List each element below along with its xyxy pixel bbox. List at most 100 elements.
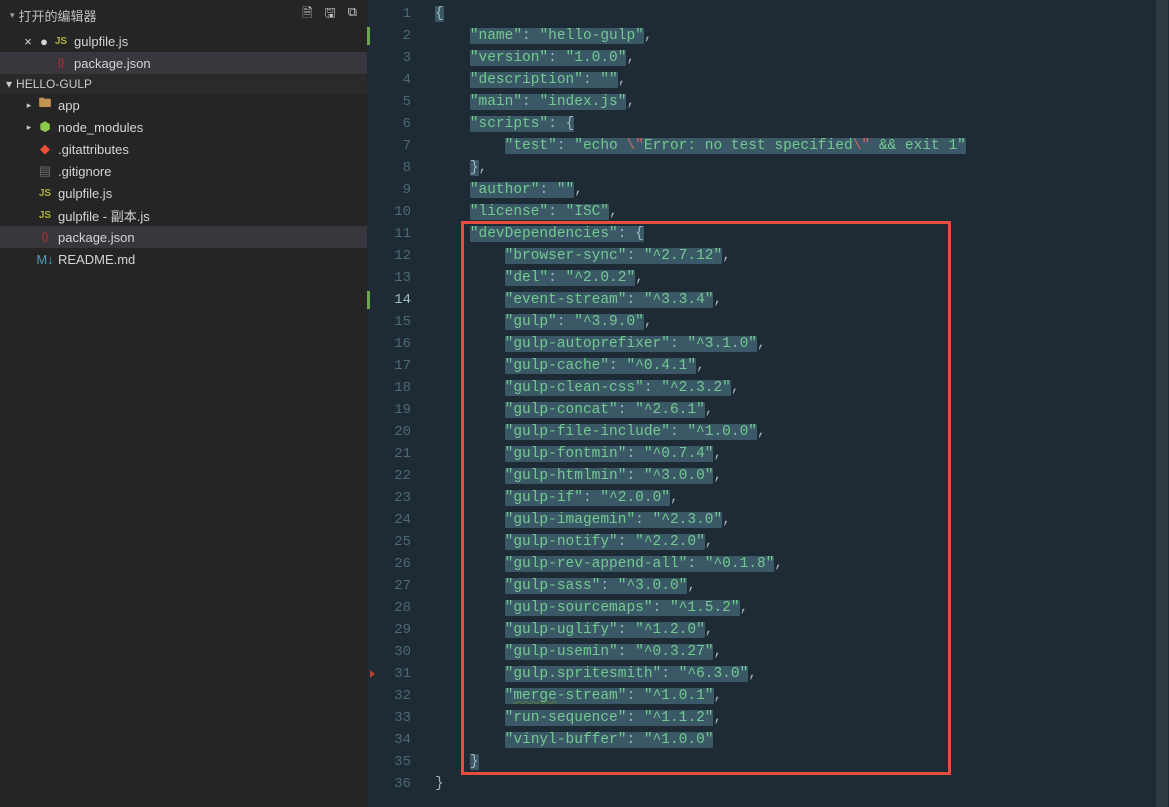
vertical-scrollbar[interactable]	[1155, 0, 1169, 807]
code-line[interactable]: "gulp": "^3.9.0",	[429, 311, 1169, 333]
line-number[interactable]: 12	[367, 245, 429, 267]
save-all-icon[interactable]: 🖫	[325, 4, 336, 26]
line-number[interactable]: 36	[367, 773, 429, 795]
code-line[interactable]: "description": "",	[429, 69, 1169, 91]
line-number[interactable]: 28	[367, 597, 429, 619]
code-line[interactable]: "gulp-if": "^2.0.0",	[429, 487, 1169, 509]
line-number[interactable]: 9	[367, 179, 429, 201]
line-number[interactable]: 34	[367, 729, 429, 751]
code-line[interactable]: "gulp-clean-css": "^2.3.2",	[429, 377, 1169, 399]
code-line[interactable]: "gulp-htmlmin": "^3.0.0",	[429, 465, 1169, 487]
line-number[interactable]: 24	[367, 509, 429, 531]
code-line[interactable]: "vinyl-buffer": "^1.0.0"	[429, 729, 1169, 751]
line-number[interactable]: 15	[367, 311, 429, 333]
sidebar: ▾ 打开的编辑器 🗎 🖫 ⧉ ×●JSgulpfile.js×{}package…	[0, 0, 367, 807]
code-line[interactable]: "gulp-sass": "^3.0.0",	[429, 575, 1169, 597]
code-line[interactable]: "run-sequence": "^1.1.2",	[429, 707, 1169, 729]
line-number[interactable]: 6	[367, 113, 429, 135]
line-number[interactable]: 14	[367, 289, 429, 311]
code-view[interactable]: { "name": "hello-gulp", "version": "1.0.…	[429, 0, 1169, 807]
code-line[interactable]: "gulp-imagemin": "^2.3.0",	[429, 509, 1169, 531]
line-number[interactable]: 3	[367, 47, 429, 69]
explorer-item[interactable]: JS gulpfile.js	[0, 182, 367, 204]
line-number[interactable]: 17	[367, 355, 429, 377]
line-number[interactable]: 18	[367, 377, 429, 399]
code-line[interactable]: "gulp-cache": "^0.4.1",	[429, 355, 1169, 377]
file-explorer: ▸🖿app▸⬢node_modules◆.gitattributes▤.giti…	[0, 94, 367, 270]
twisty-icon: ▸	[22, 100, 36, 111]
new-file-icon[interactable]: 🗎	[302, 4, 312, 26]
explorer-item[interactable]: {}package.json	[0, 226, 367, 248]
line-number[interactable]: 8	[367, 157, 429, 179]
code-line[interactable]: "main": "index.js",	[429, 91, 1169, 113]
line-number[interactable]: 22	[367, 465, 429, 487]
code-line[interactable]: "license": "ISC",	[429, 201, 1169, 223]
code-line[interactable]: "gulp-file-include": "^1.0.0",	[429, 421, 1169, 443]
line-number[interactable]: 16	[367, 333, 429, 355]
scrollbar-thumb[interactable]	[1156, 0, 1168, 807]
explorer-item[interactable]: ▸🖿app	[0, 94, 367, 116]
line-number[interactable]: 1	[367, 3, 429, 25]
code-line[interactable]: "gulp-notify": "^2.2.0",	[429, 531, 1169, 553]
line-number[interactable]: 29	[367, 619, 429, 641]
line-number[interactable]: 35	[367, 751, 429, 773]
line-number[interactable]: 30	[367, 641, 429, 663]
code-line[interactable]: "version": "1.0.0",	[429, 47, 1169, 69]
explorer-item[interactable]: M↓README.md	[0, 248, 367, 270]
line-number-gutter[interactable]: 1234567891011121314151617181920212223242…	[367, 0, 429, 807]
code-line[interactable]: "devDependencies": {	[429, 223, 1169, 245]
explorer-item[interactable]: ◆.gitattributes	[0, 138, 367, 160]
line-number[interactable]: 10	[367, 201, 429, 223]
code-line[interactable]: "gulp-usemin": "^0.3.27",	[429, 641, 1169, 663]
project-label: HELLO-GULP	[16, 77, 92, 91]
line-number[interactable]: 4	[367, 69, 429, 91]
line-number[interactable]: 5	[367, 91, 429, 113]
file-name: gulpfile.js	[58, 186, 112, 201]
code-line[interactable]: "gulp-autoprefixer": "^3.1.0",	[429, 333, 1169, 355]
code-line[interactable]: "scripts": {	[429, 113, 1169, 135]
explorer-item[interactable]: ▸⬢node_modules	[0, 116, 367, 138]
line-number[interactable]: 19	[367, 399, 429, 421]
code-line[interactable]: "name": "hello-gulp",	[429, 25, 1169, 47]
code-line[interactable]: "gulp-sourcemaps": "^1.5.2",	[429, 597, 1169, 619]
js-file-icon: JS	[36, 188, 54, 199]
code-line[interactable]: "author": "",	[429, 179, 1169, 201]
line-number[interactable]: 32	[367, 685, 429, 707]
line-number[interactable]: 13	[367, 267, 429, 289]
line-number[interactable]: 7	[367, 135, 429, 157]
code-line[interactable]: "browser-sync": "^2.7.12",	[429, 245, 1169, 267]
project-header[interactable]: ▾ HELLO-GULP	[0, 74, 367, 94]
code-line[interactable]: "merge-stream": "^1.0.1",	[429, 685, 1169, 707]
line-number[interactable]: 23	[367, 487, 429, 509]
explorer-item[interactable]: ▤.gitignore	[0, 160, 367, 182]
code-line[interactable]: "event-stream": "^3.3.4",	[429, 289, 1169, 311]
line-number[interactable]: 21	[367, 443, 429, 465]
code-line[interactable]: "gulp-fontmin": "^0.7.4",	[429, 443, 1169, 465]
code-line[interactable]: },	[429, 157, 1169, 179]
line-number[interactable]: 25	[367, 531, 429, 553]
code-line[interactable]: "gulp-uglify": "^1.2.0",	[429, 619, 1169, 641]
line-number[interactable]: 11	[367, 223, 429, 245]
code-line[interactable]: "del": "^2.0.2",	[429, 267, 1169, 289]
open-editor-item[interactable]: ×{}package.json	[0, 52, 367, 74]
line-number[interactable]: 2	[367, 25, 429, 47]
open-editors-header[interactable]: ▾ 打开的编辑器 🗎 🖫 ⧉	[0, 0, 367, 30]
line-number[interactable]: 27	[367, 575, 429, 597]
code-line[interactable]: "gulp-rev-append-all": "^0.1.8",	[429, 553, 1169, 575]
line-number[interactable]: 31	[367, 663, 429, 685]
open-editors-label: 打开的编辑器	[19, 6, 97, 25]
close-icon[interactable]: ×	[20, 34, 36, 49]
explorer-item[interactable]: JSgulpfile - 副本.js	[0, 204, 367, 226]
line-number[interactable]: 33	[367, 707, 429, 729]
line-number[interactable]: 26	[367, 553, 429, 575]
line-number[interactable]: 20	[367, 421, 429, 443]
code-line[interactable]: {	[429, 3, 1169, 25]
code-line[interactable]: }	[429, 751, 1169, 773]
file-name: .gitattributes	[58, 142, 129, 157]
code-line[interactable]: "gulp-concat": "^2.6.1",	[429, 399, 1169, 421]
code-line[interactable]: }	[429, 773, 1169, 795]
code-line[interactable]: "test": "echo \"Error: no test specified…	[429, 135, 1169, 157]
code-line[interactable]: "gulp.spritesmith": "^6.3.0",	[429, 663, 1169, 685]
close-all-icon[interactable]: ⧉	[348, 4, 357, 26]
open-editor-item[interactable]: ×●JSgulpfile.js	[0, 30, 367, 52]
